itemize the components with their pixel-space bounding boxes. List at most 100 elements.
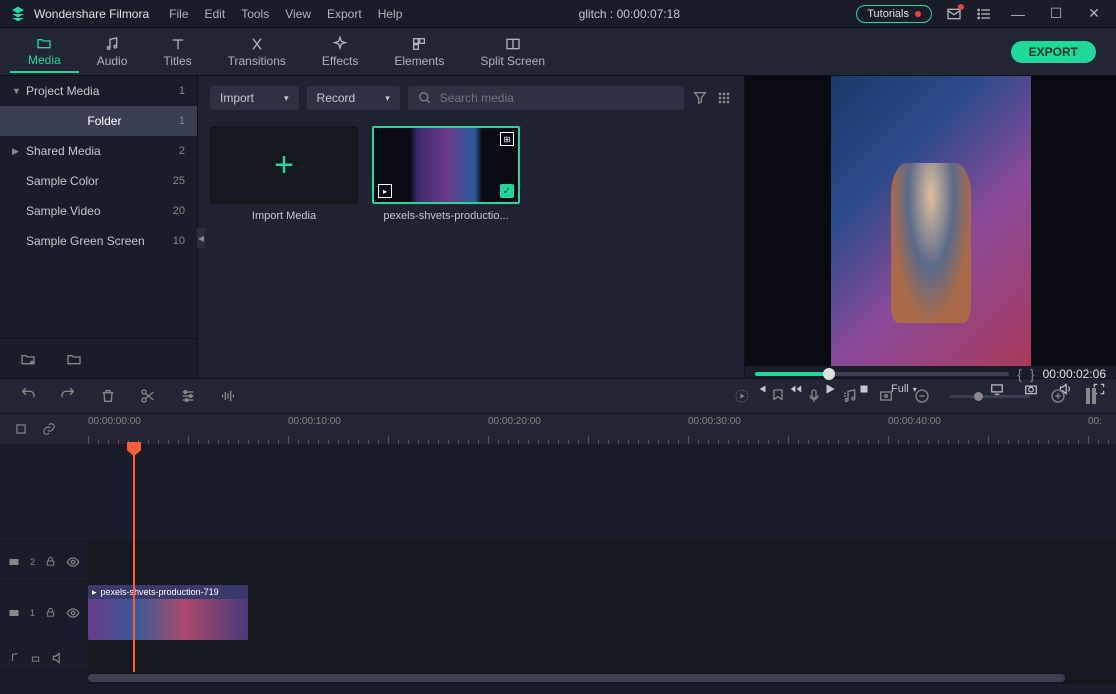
sidebar-item-sample-green[interactable]: Sample Green Screen 10 [0, 226, 197, 256]
notification-dot-icon [915, 11, 921, 17]
preview-scrubber[interactable] [755, 372, 1009, 376]
timeline-clip[interactable]: ▸ pexels-shvets-production-719 [88, 585, 248, 640]
import-thumb[interactable]: + [210, 126, 358, 204]
menu-file[interactable]: File [169, 7, 188, 21]
chevron-down-icon: ▾ [284, 93, 289, 104]
new-folder-icon[interactable] [20, 351, 36, 367]
track-head: 1 [0, 582, 88, 643]
playhead[interactable] [133, 444, 135, 672]
menu-tools[interactable]: Tools [241, 7, 269, 21]
track-body[interactable]: ▸ pexels-shvets-production-719 [88, 582, 1116, 643]
sidebar-item-count: 20 [173, 205, 185, 217]
menu-help[interactable]: Help [378, 7, 403, 21]
track-head [0, 444, 88, 541]
sidebar-item-sample-video[interactable]: Sample Video 20 [0, 196, 197, 226]
clip-header: ▸ pexels-shvets-production-719 [88, 585, 248, 599]
sidebar-item-count: 1 [179, 85, 185, 97]
maximize-button[interactable]: ☐ [1044, 5, 1068, 22]
track-body[interactable] [88, 444, 1116, 541]
zoom-slider[interactable] [950, 395, 1030, 398]
folder-icon[interactable] [66, 351, 82, 367]
close-button[interactable]: ✕ [1082, 5, 1106, 22]
play-small-icon[interactable]: ▸ [378, 184, 392, 198]
zoom-in-icon[interactable] [1050, 388, 1066, 404]
ruler-label: 00:00:30:00 [688, 416, 741, 427]
clip-thumb[interactable]: ⊞ ▸ ✓ [372, 126, 520, 204]
lock-icon[interactable] [45, 556, 56, 567]
export-button[interactable]: EXPORT [1011, 41, 1096, 63]
menu-export[interactable]: Export [327, 7, 362, 21]
link-icon[interactable] [42, 422, 56, 436]
track-body[interactable] [88, 542, 1116, 581]
scrub-thumb[interactable] [823, 368, 835, 380]
undo-icon[interactable] [20, 388, 36, 404]
media-clip-card[interactable]: ⊞ ▸ ✓ pexels-shvets-productio... [372, 126, 520, 222]
search-box[interactable] [408, 86, 684, 110]
sidebar-item-folder[interactable]: Folder 1 [0, 106, 197, 136]
mark-in-button[interactable]: { [1017, 366, 1022, 382]
tab-elements[interactable]: Elements [376, 32, 462, 72]
menu-edit[interactable]: Edit [205, 7, 226, 21]
sidebar-item-sample-color[interactable]: Sample Color 25 [0, 166, 197, 196]
sidebar-item-project-media[interactable]: ▼ Project Media 1 [0, 76, 197, 106]
lock-icon[interactable] [30, 652, 41, 663]
list-icon[interactable] [976, 6, 992, 22]
delete-icon[interactable] [100, 388, 116, 404]
timeline-scrollbar[interactable] [88, 672, 1116, 684]
track-head: 2 [0, 542, 88, 581]
split-icon[interactable] [140, 388, 156, 404]
audio-wave-icon[interactable] [220, 388, 236, 404]
sidebar-item-shared-media[interactable]: ▶ Shared Media 2 [0, 136, 197, 166]
import-media-card[interactable]: + Import Media [210, 126, 358, 222]
mute-icon[interactable] [51, 651, 65, 665]
clip-preview [374, 128, 518, 202]
record-dropdown[interactable]: Record ▾ [307, 86, 400, 110]
tab-split-screen[interactable]: Split Screen [462, 32, 563, 72]
preview-scrub-row: { } 00:00:02:06 [745, 366, 1116, 382]
search-input[interactable] [440, 91, 674, 105]
eye-icon[interactable] [66, 606, 80, 620]
lock-icon[interactable] [45, 607, 56, 618]
mail-icon[interactable] [946, 6, 962, 22]
tab-titles[interactable]: Titles [145, 32, 209, 72]
import-dropdown[interactable]: Import ▾ [210, 86, 299, 110]
crop-icon[interactable] [878, 388, 894, 404]
scrollbar-thumb[interactable] [88, 674, 1065, 682]
zoom-out-icon[interactable] [914, 388, 930, 404]
minimize-button[interactable]: — [1006, 6, 1030, 22]
ruler-icons [0, 414, 88, 444]
redo-icon[interactable] [60, 388, 76, 404]
preview-viewport[interactable] [745, 76, 1116, 366]
eye-icon[interactable] [66, 555, 80, 569]
menu-bar: File Edit Tools View Export Help [169, 7, 402, 21]
main-row: ▼ Project Media 1 Folder 1 ▶ Shared Medi… [0, 76, 1116, 378]
mic-icon[interactable] [806, 388, 822, 404]
tutorials-button[interactable]: Tutorials [856, 5, 932, 23]
track-num: 2 [30, 557, 35, 567]
magnet-icon[interactable] [14, 422, 28, 436]
timeline-ruler[interactable]: 00:00:00:00 00:00:10:00 00:00:20:00 00:0… [0, 414, 1116, 444]
mail-dot-icon [958, 4, 964, 10]
tab-toolbar: Media Audio Titles Transitions Effects E… [0, 28, 1116, 76]
tab-transitions[interactable]: Transitions [210, 32, 304, 72]
tab-audio[interactable]: Audio [79, 32, 146, 72]
search-icon [418, 91, 432, 105]
sidebar-collapse-button[interactable]: ◀ [197, 228, 205, 248]
render-icon[interactable] [734, 388, 750, 404]
track-body[interactable] [88, 644, 1116, 671]
grid-view-icon[interactable] [716, 90, 732, 106]
ruler-label: 00:00:00:00 [88, 416, 141, 427]
tab-media[interactable]: Media [10, 31, 79, 73]
menu-view[interactable]: View [285, 7, 311, 21]
mixer-icon[interactable] [842, 388, 858, 404]
adjust-icon[interactable] [180, 388, 196, 404]
ruler-ticks[interactable]: 00:00:00:00 00:00:10:00 00:00:20:00 00:0… [88, 414, 1116, 444]
filter-icon[interactable] [692, 90, 708, 106]
meter-icon[interactable] [1086, 388, 1096, 404]
marker-icon[interactable] [770, 388, 786, 404]
track-empty [0, 444, 1116, 542]
mark-out-button[interactable]: } [1030, 366, 1035, 382]
zoom-thumb[interactable] [974, 392, 983, 401]
tab-effects[interactable]: Effects [304, 32, 376, 72]
text-icon [169, 36, 187, 52]
